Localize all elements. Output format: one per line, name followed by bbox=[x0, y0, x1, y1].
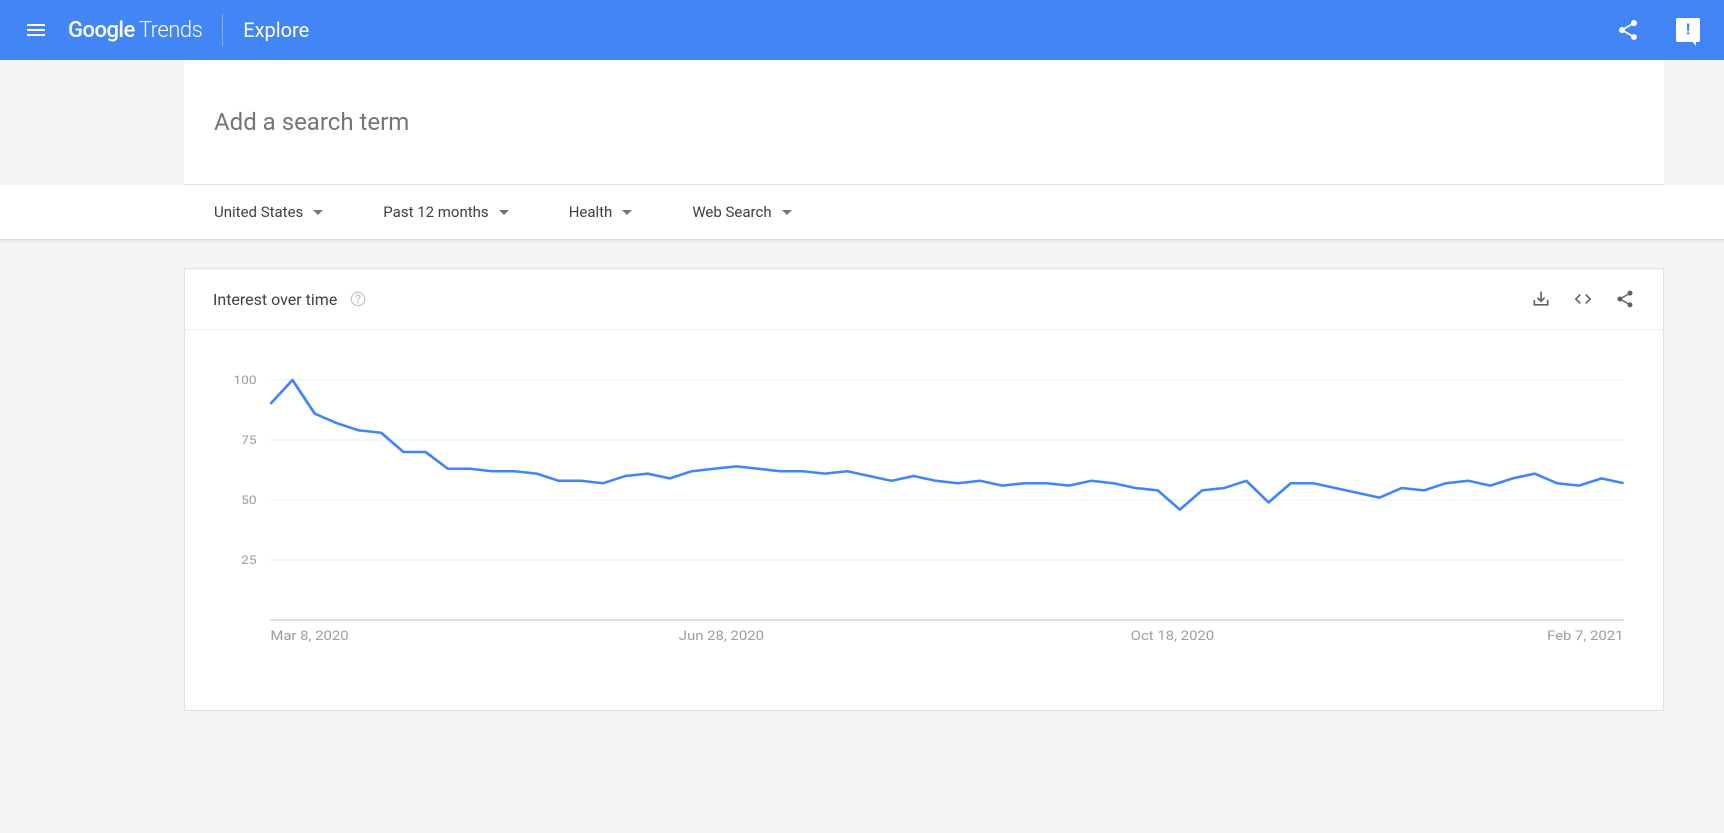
svg-text:50: 50 bbox=[241, 494, 256, 508]
page-title: Explore bbox=[243, 18, 309, 42]
filter-time[interactable]: Past 12 months bbox=[383, 203, 508, 221]
filter-time-label: Past 12 months bbox=[383, 203, 488, 221]
chart-title: Interest over time bbox=[213, 290, 337, 309]
share-icon[interactable] bbox=[1608, 10, 1648, 50]
chevron-down-icon bbox=[622, 210, 632, 215]
chevron-down-icon bbox=[499, 210, 509, 215]
svg-text:Jun 28, 2020: Jun 28, 2020 bbox=[679, 629, 764, 644]
line-chart: 100 75 50 25 Mar 8, 2020 Jun 28, 2020 Oct 18, … bbox=[213, 370, 1635, 650]
header-actions: ! bbox=[1608, 10, 1708, 50]
help-icon[interactable] bbox=[349, 290, 367, 308]
interest-over-time-card: Interest over time 100 75 50 25 Mar 8, 2020 J… bbox=[184, 268, 1664, 711]
chart-header: Interest over time bbox=[185, 269, 1663, 330]
filter-region-label: United States bbox=[214, 203, 303, 221]
feedback-icon[interactable]: ! bbox=[1668, 10, 1708, 50]
filter-category[interactable]: Health bbox=[569, 203, 633, 221]
filter-region[interactable]: United States bbox=[214, 203, 323, 221]
download-icon[interactable] bbox=[1531, 289, 1551, 309]
svg-text:Feb 7, 2021: Feb 7, 2021 bbox=[1547, 629, 1623, 644]
svg-text:Oct 18, 2020: Oct 18, 2020 bbox=[1131, 629, 1215, 644]
svg-text:75: 75 bbox=[241, 434, 256, 448]
logo[interactable]: Google Trends bbox=[68, 18, 202, 43]
filters-bar: United States Past 12 months Health Web … bbox=[0, 185, 1724, 240]
app-header: Google Trends Explore ! bbox=[0, 0, 1724, 60]
search-input[interactable]: Add a search term bbox=[184, 60, 1664, 184]
svg-text:Mar 8, 2020: Mar 8, 2020 bbox=[270, 629, 348, 644]
filter-search-type-label: Web Search bbox=[692, 203, 771, 221]
chart-body: 100 75 50 25 Mar 8, 2020 Jun 28, 2020 Oct 18, … bbox=[185, 330, 1663, 710]
search-placeholder: Add a search term bbox=[214, 108, 409, 136]
chevron-down-icon bbox=[313, 210, 323, 215]
filter-category-label: Health bbox=[569, 203, 613, 221]
svg-text:25: 25 bbox=[241, 554, 256, 568]
menu-icon[interactable] bbox=[16, 10, 56, 50]
chart-actions bbox=[1531, 289, 1635, 309]
header-divider bbox=[222, 14, 223, 46]
filter-search-type[interactable]: Web Search bbox=[692, 203, 791, 221]
logo-trends: Trends bbox=[139, 18, 202, 43]
embed-icon[interactable] bbox=[1573, 289, 1593, 309]
content-area: Interest over time 100 75 50 25 Mar 8, 2020 J… bbox=[184, 268, 1664, 711]
chevron-down-icon bbox=[782, 210, 792, 215]
share-chart-icon[interactable] bbox=[1615, 289, 1635, 309]
svg-text:100: 100 bbox=[233, 374, 256, 388]
search-container: Add a search term bbox=[184, 60, 1664, 185]
logo-google: Google bbox=[68, 18, 135, 43]
